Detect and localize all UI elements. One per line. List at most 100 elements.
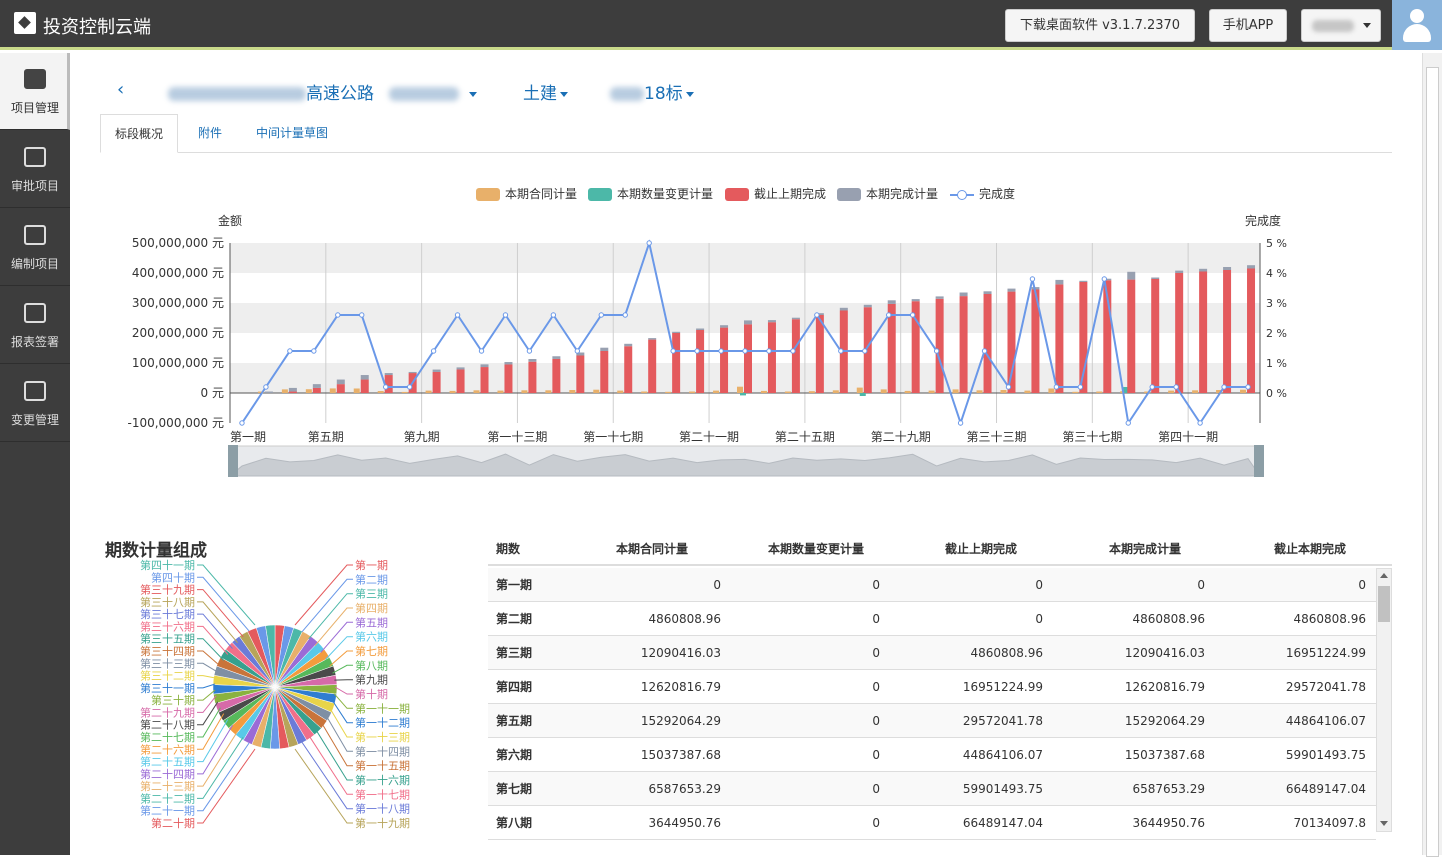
col-cumulative[interactable]: 截止本期完成 [1274,532,1346,566]
table-row[interactable]: 第四期12620816.79016951224.9912620816.79295… [488,670,1376,704]
table-row[interactable]: 第五期15292064.29029572041.7815292064.29448… [488,704,1376,738]
pie-label: 第一十七期 [355,787,410,801]
measurement-chart: 500,000,000 元400,000,000 元300,000,000 元2… [70,205,1310,485]
progress-point [695,349,699,353]
cell-value: 15037387.68 [641,738,721,772]
pie-label: 第三十五期 [140,632,195,646]
breadcrumb-section[interactable]: 18标 [610,79,694,104]
bar-contract [402,392,408,393]
col-change[interactable]: 本期数量变更计量 [768,532,864,566]
bar-contract [497,391,503,393]
cell-value: 4860808.96 [1132,602,1205,636]
page-scrollbar[interactable] [1422,53,1442,855]
bar-current [864,305,872,307]
sidebar-item-approval[interactable]: 审批项目 [0,131,70,208]
pie-label: 第七期 [355,644,388,658]
col-prior[interactable]: 截止上期完成 [945,532,1017,566]
bar-current [768,320,776,322]
progress-point [1198,421,1202,425]
progress-point [312,349,316,353]
y-tick-label: 300,000,000 元 [132,296,224,310]
pie-label-line [197,743,249,811]
pie-label: 第三十三期 [140,656,195,670]
table-row[interactable]: 第一期00000 [488,568,1376,602]
upload-tray-icon [24,225,46,245]
pie-label: 第二十七期 [140,730,195,744]
bar-contract [521,390,527,393]
cell-value: 0 [872,602,880,636]
legend-item-current[interactable]: 本期完成计量 [837,185,938,203]
col-current[interactable]: 本期完成计量 [1109,532,1181,566]
breadcrumb-category[interactable]: 土建 [523,79,568,104]
table-row[interactable]: 第二期4860808.96004860808.964860808.96 [488,602,1376,636]
bar-prior [337,384,345,393]
cell-period: 第六期 [496,738,532,772]
scroll-down-icon[interactable] [1380,821,1388,826]
bar-prior [1247,269,1255,394]
pie-label: 第十期 [355,687,388,701]
table-scrollbar[interactable] [1376,568,1392,832]
download-desktop-button[interactable]: 下载桌面软件 v3.1.7.2370 [1005,9,1195,42]
sidebar-item-project-management[interactable]: 项目管理 [0,53,70,130]
cell-period: 第八期 [496,806,532,840]
pie-label: 第三十期 [151,693,195,707]
sidebar-item-compile[interactable]: 编制项目 [0,209,70,286]
bar-contract [665,392,671,393]
legend-item-progress[interactable]: 完成度 [950,185,1015,203]
legend-item-change[interactable]: 本期数量变更计量 [588,185,713,203]
table-row[interactable]: 第七期6587653.29059901493.756587653.2966489… [488,772,1376,806]
avatar[interactable] [1392,0,1442,50]
cell-value: 0 [872,704,880,738]
mobile-app-button[interactable]: 手机APP [1209,9,1287,42]
sidebar-item-change-management[interactable]: 变更管理 [0,365,70,442]
progress-point [647,241,651,245]
pie-label-line [197,690,215,700]
tab-section-overview[interactable]: 标段概况 [100,114,178,153]
table-row[interactable]: 第八期3644950.76066489147.043644950.7670134… [488,806,1376,840]
progress-point [1102,277,1106,281]
table-row[interactable]: 第六期15037387.68044864106.0715037387.68599… [488,738,1376,772]
tab-measurement-sketch[interactable]: 中间计量草图 [242,114,342,153]
col-period[interactable]: 期数 [496,532,520,566]
sidebar: 项目管理 审批项目 编制项目 报表签署 变更管理 [0,53,70,855]
bar-current [265,392,273,393]
progress-point [1174,385,1178,389]
cell-value: 3644950.76 [1132,806,1205,840]
pie-label-line [197,696,216,713]
progress-point [1006,385,1010,389]
bar-prior [361,380,369,393]
back-chevron-icon[interactable]: ‹ [117,79,124,100]
legend-item-prior[interactable]: 截止上期完成 [725,185,826,203]
progress-point [934,349,938,353]
pie-label-line [197,676,216,679]
table-row[interactable]: 第三期12090416.0304860808.9612090416.031695… [488,636,1376,670]
bar-contract [1192,390,1198,393]
progress-point [360,313,364,317]
section-name-redacted [610,87,644,101]
pie-label: 第一十四期 [355,744,410,758]
sidebar-item-report-signing[interactable]: 报表签署 [0,287,70,364]
bar-contract [474,390,480,393]
scroll-up-icon[interactable] [1380,573,1388,578]
bar-current [1007,289,1015,292]
legend-item-contract[interactable]: 本期合同计量 [476,185,577,203]
bar-contract [761,391,767,393]
y-tick-label: -100,000,000 元 [128,416,225,430]
bar-contract [569,390,575,393]
bar-prior [1199,272,1207,394]
progress-point [240,421,244,425]
progress-point [1078,385,1082,389]
col-contract[interactable]: 本期合同计量 [616,532,688,566]
bar-prior [600,351,608,393]
tab-attachments[interactable]: 附件 [184,114,236,153]
pie-label: 第一十九期 [355,816,410,830]
bar-prior [504,364,512,393]
table-header: 期数 本期合同计量 本期数量变更计量 截止上期完成 本期完成计量 截止本期完成 [488,532,1392,566]
user-menu-button[interactable] [1301,9,1381,42]
pie-label-line [197,731,238,786]
progress-point [1150,385,1154,389]
top-bar: 投资控制云端 下载桌面软件 v3.1.7.2370 手机APP [0,0,1442,50]
breadcrumb-project[interactable]: 高速公路 [168,79,477,104]
cell-value: 16951224.99 [963,670,1043,704]
pie-label: 第三十一期 [140,681,195,695]
